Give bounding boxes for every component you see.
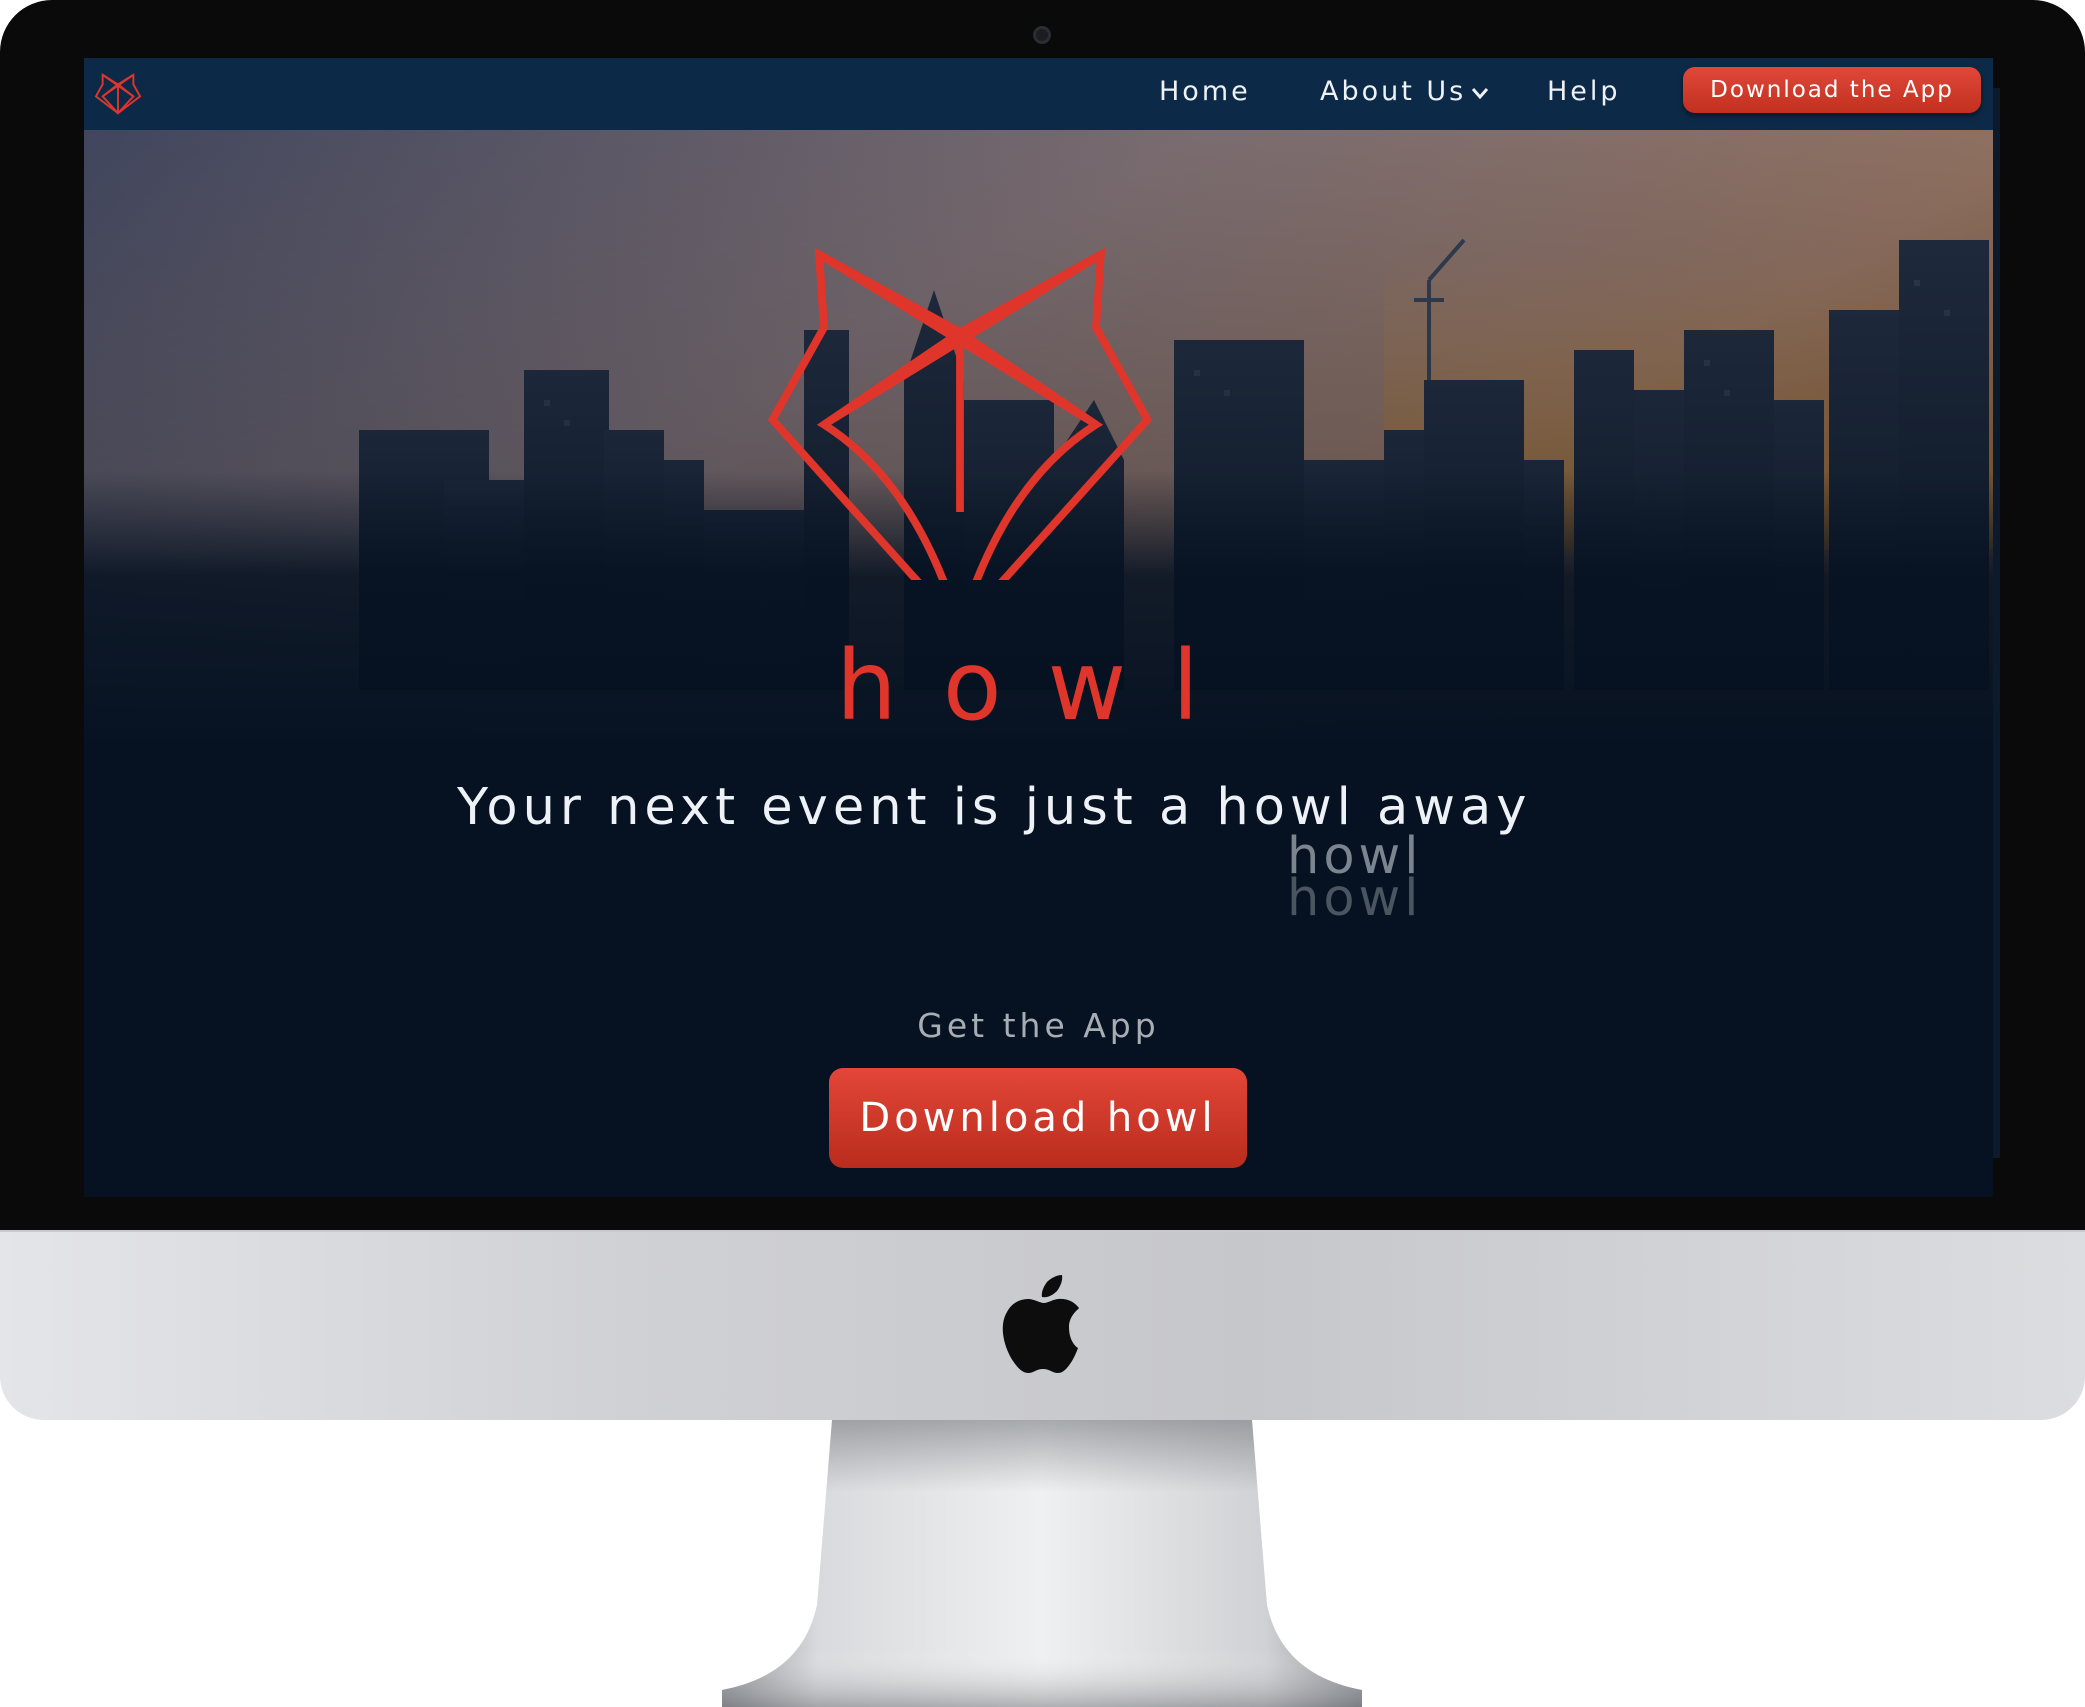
apple-logo-icon — [1002, 1275, 1079, 1373]
get-the-app-label: Get the App — [917, 1006, 1160, 1045]
top-navigation-bar: Home About Us Help Download the App — [84, 58, 1993, 130]
download-the-app-button[interactable]: Download the App — [1683, 67, 1981, 113]
nav-about-us-dropdown[interactable]: About Us — [1320, 76, 1490, 107]
hero-tagline: Your next event is just a howl away — [457, 778, 1532, 837]
monitor-stand — [722, 1420, 1362, 1707]
chevron-down-icon — [1472, 87, 1489, 99]
website-screen: Home About Us Help Download the App howl… — [84, 58, 1993, 1197]
nav-home-link[interactable]: Home — [1159, 76, 1251, 107]
nav-about-us-label: About Us — [1320, 76, 1467, 107]
nav-help-link[interactable]: Help — [1547, 76, 1621, 107]
webcam-icon — [1033, 26, 1051, 44]
tagline-echo-text: howl — [1287, 869, 1423, 928]
screen-edge — [1993, 88, 2000, 1158]
fox-logo-icon — [767, 247, 1153, 580]
download-howl-button[interactable]: Download howl — [829, 1068, 1247, 1168]
brand-wordmark: howl — [836, 630, 1245, 742]
fox-logo-icon[interactable] — [94, 70, 142, 118]
